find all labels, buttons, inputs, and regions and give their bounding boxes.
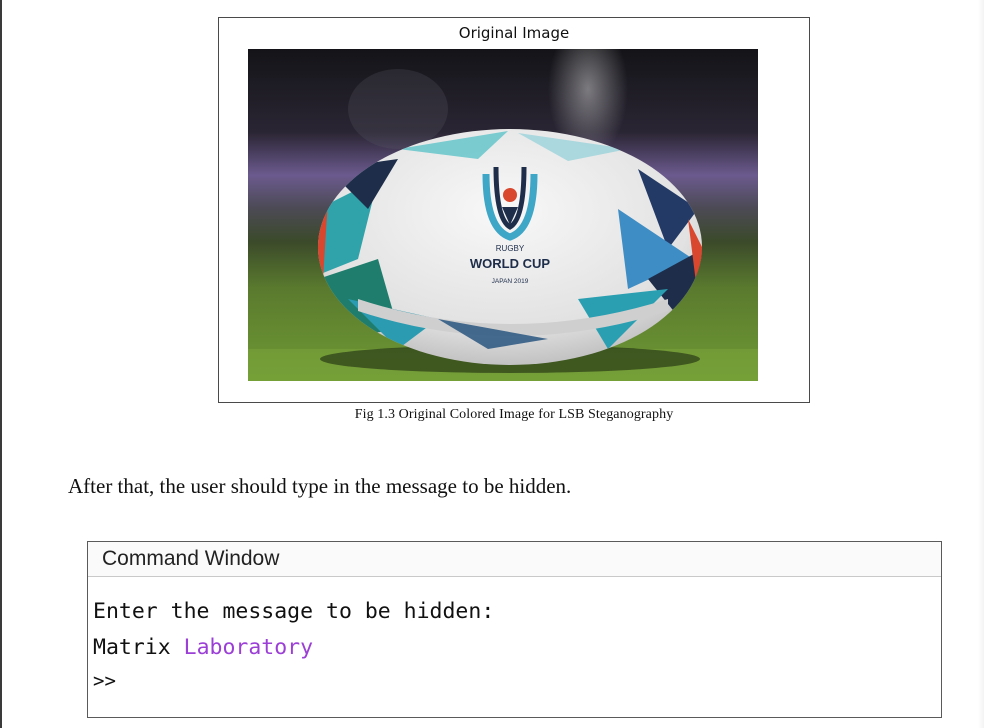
- ball-text-rugby: RUGBY: [496, 244, 525, 253]
- ball-text-japan: JAPAN 2019: [492, 278, 529, 285]
- figure-caption: Fig 1.3 Original Colored Image for LSB S…: [354, 407, 674, 422]
- ball-text-world-cup: WORLD CUP: [470, 256, 550, 271]
- command-user-input: Matrix Laboratory: [93, 630, 494, 666]
- input-word-laboratory: Laboratory: [183, 635, 314, 660]
- page-edge: [0, 0, 2, 728]
- figure-title: Original Image: [458, 24, 570, 42]
- figure-frame: Original Image RUGBY WORLD CUP JAPAN 201…: [218, 17, 810, 403]
- command-prompt-text: Enter the message to be hidden:: [93, 599, 495, 624]
- rugby-ball-photo: RUGBY WORLD CUP JAPAN 2019: [248, 49, 758, 381]
- page-shadow: [978, 0, 984, 728]
- input-word-matrix: Matrix: [93, 635, 171, 660]
- command-window-title: Command Window: [88, 542, 941, 577]
- command-prompt[interactable]: >>: [93, 666, 494, 696]
- paragraph-text: After that, the user should type in the …: [68, 474, 572, 498]
- command-window[interactable]: Command Window Enter the message to be h…: [87, 541, 942, 718]
- command-window-output: Enter the message to be hidden: Matrix L…: [93, 594, 494, 696]
